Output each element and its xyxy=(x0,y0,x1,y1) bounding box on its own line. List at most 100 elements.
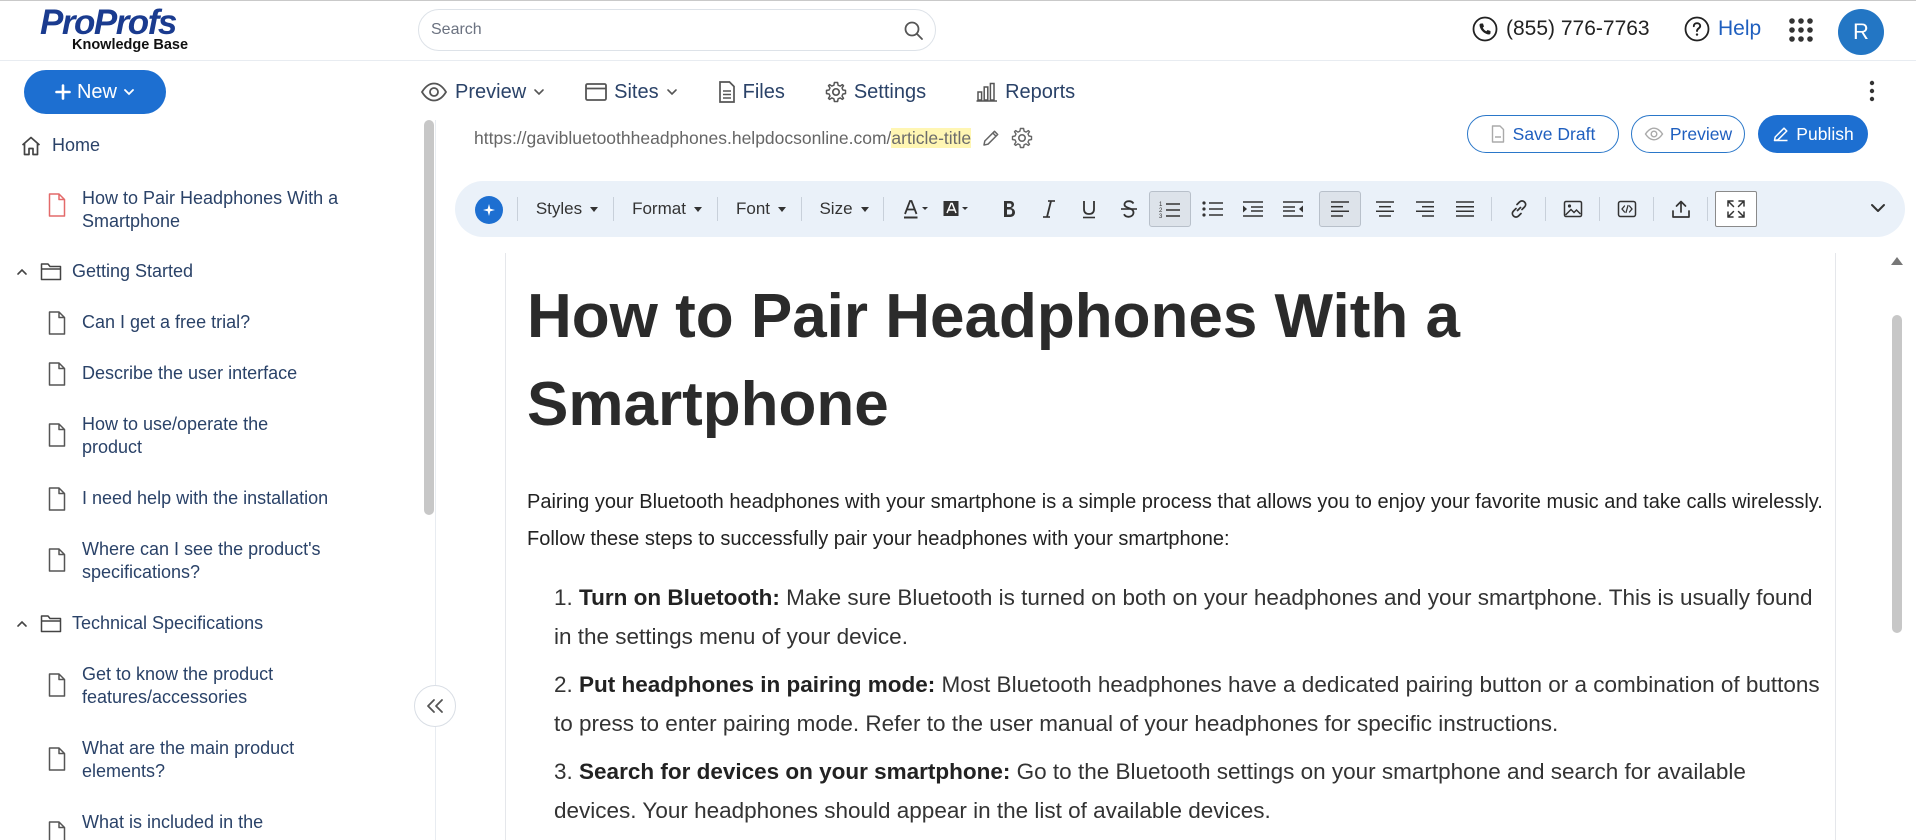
svg-text:3: 3 xyxy=(1159,214,1163,218)
align-center-button[interactable] xyxy=(1367,191,1403,227)
sidebar-item-article[interactable]: What are the main product elements? xyxy=(48,737,368,783)
outdent-icon xyxy=(1282,200,1304,218)
article-steps-list: 1. Turn on Bluetooth: Make sure Bluetoot… xyxy=(554,578,1824,839)
gear-icon xyxy=(825,81,847,103)
document-scrollbar-thumb[interactable] xyxy=(1892,315,1902,633)
toolbar-separator xyxy=(883,197,884,221)
nav-settings[interactable]: Settings xyxy=(825,81,926,104)
sidebar-folder-technical-specifications[interactable]: Technical Specifications xyxy=(16,612,263,635)
list-item[interactable]: 3. Search for devices on your smartphone… xyxy=(554,752,1824,830)
sidebar-scrollbar[interactable] xyxy=(424,120,434,515)
editor-document[interactable]: How to Pair Headphones With a Smartphone… xyxy=(505,253,1836,840)
toolbar-separator xyxy=(1545,197,1546,221)
sidebar-item-article[interactable]: Describe the user interface xyxy=(48,362,297,386)
search-input[interactable] xyxy=(431,19,881,41)
styles-dropdown[interactable]: Styles xyxy=(531,191,603,227)
toolbar-separator xyxy=(1707,197,1708,221)
numbered-list-button[interactable]: 123 xyxy=(1149,191,1191,227)
help-label: Help xyxy=(1718,17,1762,40)
sidebar-item-label: Getting Started xyxy=(72,261,194,281)
insert-link-button[interactable] xyxy=(1501,191,1537,227)
sidebar-item-active-article[interactable]: How to Pair Headphones With a Smartphone xyxy=(48,187,368,233)
align-right-button[interactable] xyxy=(1407,191,1443,227)
apps-grid-icon[interactable] xyxy=(1788,17,1814,43)
nav-files[interactable]: Files xyxy=(718,81,785,104)
sidebar-item-article[interactable]: I need help with the installation xyxy=(48,487,328,511)
sidebar-folder-getting-started[interactable]: Getting Started xyxy=(16,260,193,283)
pencil-icon[interactable] xyxy=(981,128,1001,148)
nav-sites[interactable]: Sites xyxy=(585,81,677,104)
toolbar-separator xyxy=(717,197,718,221)
font-dropdown[interactable]: Font xyxy=(731,191,791,227)
underline-button[interactable] xyxy=(1073,191,1105,227)
sidebar: Home How to Pair Headphones With a Smart… xyxy=(0,120,436,840)
article-title[interactable]: How to Pair Headphones With a Smartphone xyxy=(527,273,1727,449)
sidebar-item-label: What is included in the xyxy=(82,812,264,832)
expand-icon xyxy=(1726,199,1746,219)
toolbar-separator xyxy=(1653,197,1654,221)
nav-reports[interactable]: Reports xyxy=(976,81,1075,104)
list-item[interactable]: 2. Put headphones in pairing mode: Most … xyxy=(554,665,1824,743)
toolbar-separator xyxy=(613,197,614,221)
double-chevron-left-icon xyxy=(424,698,446,714)
gear-icon[interactable] xyxy=(1011,127,1033,149)
user-avatar[interactable]: R xyxy=(1838,9,1884,55)
editor-nav-bar: Preview Sites Files Settings Reports xyxy=(420,76,1115,108)
save-draft-button[interactable]: Save Draft xyxy=(1467,115,1619,153)
align-left-button[interactable] xyxy=(1319,191,1361,227)
format-dropdown[interactable]: Format xyxy=(627,191,707,227)
sidebar-item-article[interactable]: Where can I see the product's specificat… xyxy=(48,538,368,584)
proprofs-logo[interactable]: ProProfs Knowledge Base xyxy=(40,3,210,55)
justify-button[interactable] xyxy=(1447,191,1483,227)
italic-icon xyxy=(1042,199,1056,219)
search-icon[interactable] xyxy=(903,20,925,42)
insert-image-button[interactable] xyxy=(1555,191,1591,227)
text-color-icon xyxy=(902,199,932,219)
strikethrough-button[interactable] xyxy=(1113,191,1145,227)
more-options-icon[interactable] xyxy=(1868,80,1876,102)
add-block-button[interactable] xyxy=(475,196,503,224)
link-icon xyxy=(1509,199,1529,219)
chevron-down-icon xyxy=(123,86,135,98)
background-color-button[interactable] xyxy=(939,191,975,227)
bullet-list-button[interactable] xyxy=(1195,191,1231,227)
sidebar-item-article[interactable]: Can I get a free trial? xyxy=(48,311,250,335)
step-number: 2. xyxy=(554,672,573,697)
help-link[interactable]: Help xyxy=(1684,15,1761,43)
sidebar-item-article[interactable]: Get to know the product features/accesso… xyxy=(48,663,368,709)
phone-number[interactable]: (855) 776-7763 xyxy=(1472,15,1650,43)
upload-button[interactable] xyxy=(1663,191,1699,227)
preview-button[interactable]: Preview xyxy=(1631,115,1745,153)
caret-down-icon xyxy=(860,206,869,212)
outdent-button[interactable] xyxy=(1275,191,1311,227)
sidebar-item-label: How to Pair Headphones With a Smartphone xyxy=(82,188,339,231)
sidebar-item-article[interactable]: How to use/operate the product xyxy=(48,413,348,459)
nav-preview[interactable]: Preview xyxy=(420,81,545,104)
folder-icon xyxy=(40,262,62,281)
article-intro-paragraph[interactable]: Pairing your Bluetooth headphones with y… xyxy=(527,484,1827,558)
toolbar-separator xyxy=(1599,197,1600,221)
publish-button[interactable]: Publish xyxy=(1758,115,1868,153)
collapse-sidebar-button[interactable] xyxy=(414,685,456,727)
bold-button[interactable] xyxy=(993,191,1025,227)
sidebar-item-label: What are the main product elements? xyxy=(82,738,295,781)
chevron-up-icon[interactable] xyxy=(16,618,28,630)
scroll-up-arrow-icon[interactable] xyxy=(1891,257,1903,265)
new-button[interactable]: New xyxy=(24,70,166,114)
list-item[interactable]: 1. Turn on Bluetooth: Make sure Bluetoot… xyxy=(554,578,1824,656)
size-dropdown[interactable]: Size xyxy=(815,191,873,227)
toolbar-expand-chevron-icon[interactable] xyxy=(1867,197,1889,219)
chevron-up-icon[interactable] xyxy=(16,266,28,278)
italic-button[interactable] xyxy=(1033,191,1065,227)
article-url[interactable]: https://gavibluetoothheadphones.helpdocs… xyxy=(474,127,972,149)
underline-icon xyxy=(1081,199,1097,219)
indent-button[interactable] xyxy=(1235,191,1271,227)
embed-code-button[interactable] xyxy=(1609,191,1645,227)
sidebar-item-home[interactable]: Home xyxy=(20,134,100,157)
chevron-down-icon xyxy=(666,86,678,98)
text-color-button[interactable] xyxy=(899,191,935,227)
sidebar-item-label: Home xyxy=(52,135,101,155)
sidebar-item-article[interactable]: What is included in the xyxy=(48,811,368,840)
phone-label: (855) 776-7763 xyxy=(1506,17,1650,40)
fullscreen-button[interactable] xyxy=(1715,191,1757,227)
